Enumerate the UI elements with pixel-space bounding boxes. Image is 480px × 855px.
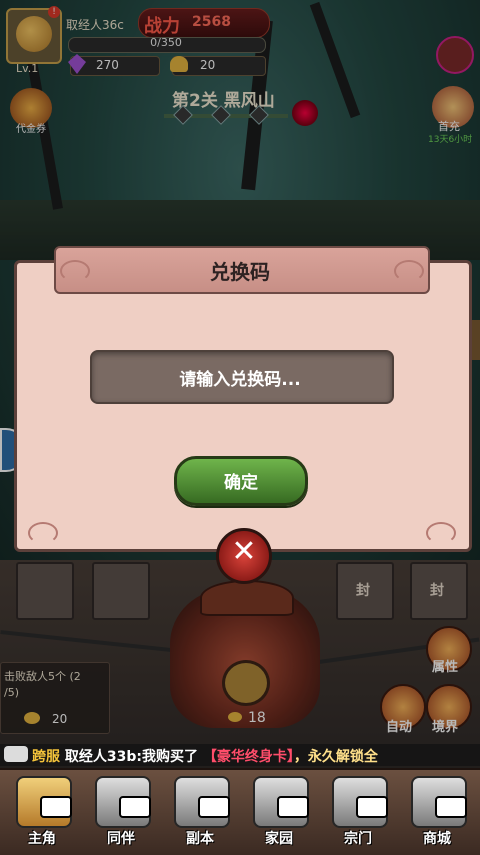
nav-emblem-icon: [277, 796, 309, 818]
hero-icon: [16, 776, 72, 828]
marquee-item: 【豪华终身卡】: [202, 749, 294, 765]
nav-emblem-icon: [198, 796, 230, 818]
nav-emblem-icon: [356, 796, 388, 818]
chat-bubble-icon: [4, 746, 28, 762]
dungeon-icon: [174, 776, 230, 828]
nav-tab-shop[interactable]: 商城: [399, 772, 475, 852]
nav-tab-dungeon[interactable]: 副本: [162, 772, 238, 852]
nav-label: 主角: [28, 831, 56, 847]
nav-label: 宗门: [344, 831, 372, 847]
confirm-label: 确定: [224, 473, 258, 493]
redeem-code-dialog: 兑换码 请输入兑换码... 确定: [14, 246, 472, 552]
nav-label: 商城: [423, 831, 451, 847]
dialog-title: 兑换码: [210, 260, 270, 284]
nav-emblem-icon: [40, 796, 72, 818]
marquee-suffix: ，永久解锁全: [293, 749, 378, 765]
nav-label: 家园: [265, 831, 293, 847]
nav-label: 同伴: [107, 831, 135, 847]
marquee-text: 跨服 取经人33b:我购买了 【豪华终身卡】，永久解锁全: [32, 746, 378, 766]
nav-tab-companion[interactable]: 同伴: [83, 772, 159, 852]
swirl-ornament: [426, 522, 456, 544]
swirl-ornament: [28, 522, 58, 544]
nav-emblem-icon: [435, 796, 467, 818]
marquee-channel: 跨服: [32, 749, 60, 765]
nav-tab-sect[interactable]: 宗门: [320, 772, 396, 852]
redeem-code-placeholder: 请输入兑换码...: [179, 370, 301, 390]
dialog-body: [14, 260, 472, 552]
companion-icon: [95, 776, 151, 828]
nav-label: 副本: [186, 831, 214, 847]
marquee-message: :我购买了: [136, 749, 198, 765]
marquee-player: 取经人33b: [64, 749, 137, 765]
nav-emblem-icon: [119, 796, 151, 818]
sect-icon: [332, 776, 388, 828]
home-icon: [253, 776, 309, 828]
shop-icon: [411, 776, 467, 828]
nav-tab-home[interactable]: 家园: [241, 772, 317, 852]
close-icon: ✕: [231, 534, 257, 569]
nav-tab-hero[interactable]: 主角: [4, 772, 80, 852]
